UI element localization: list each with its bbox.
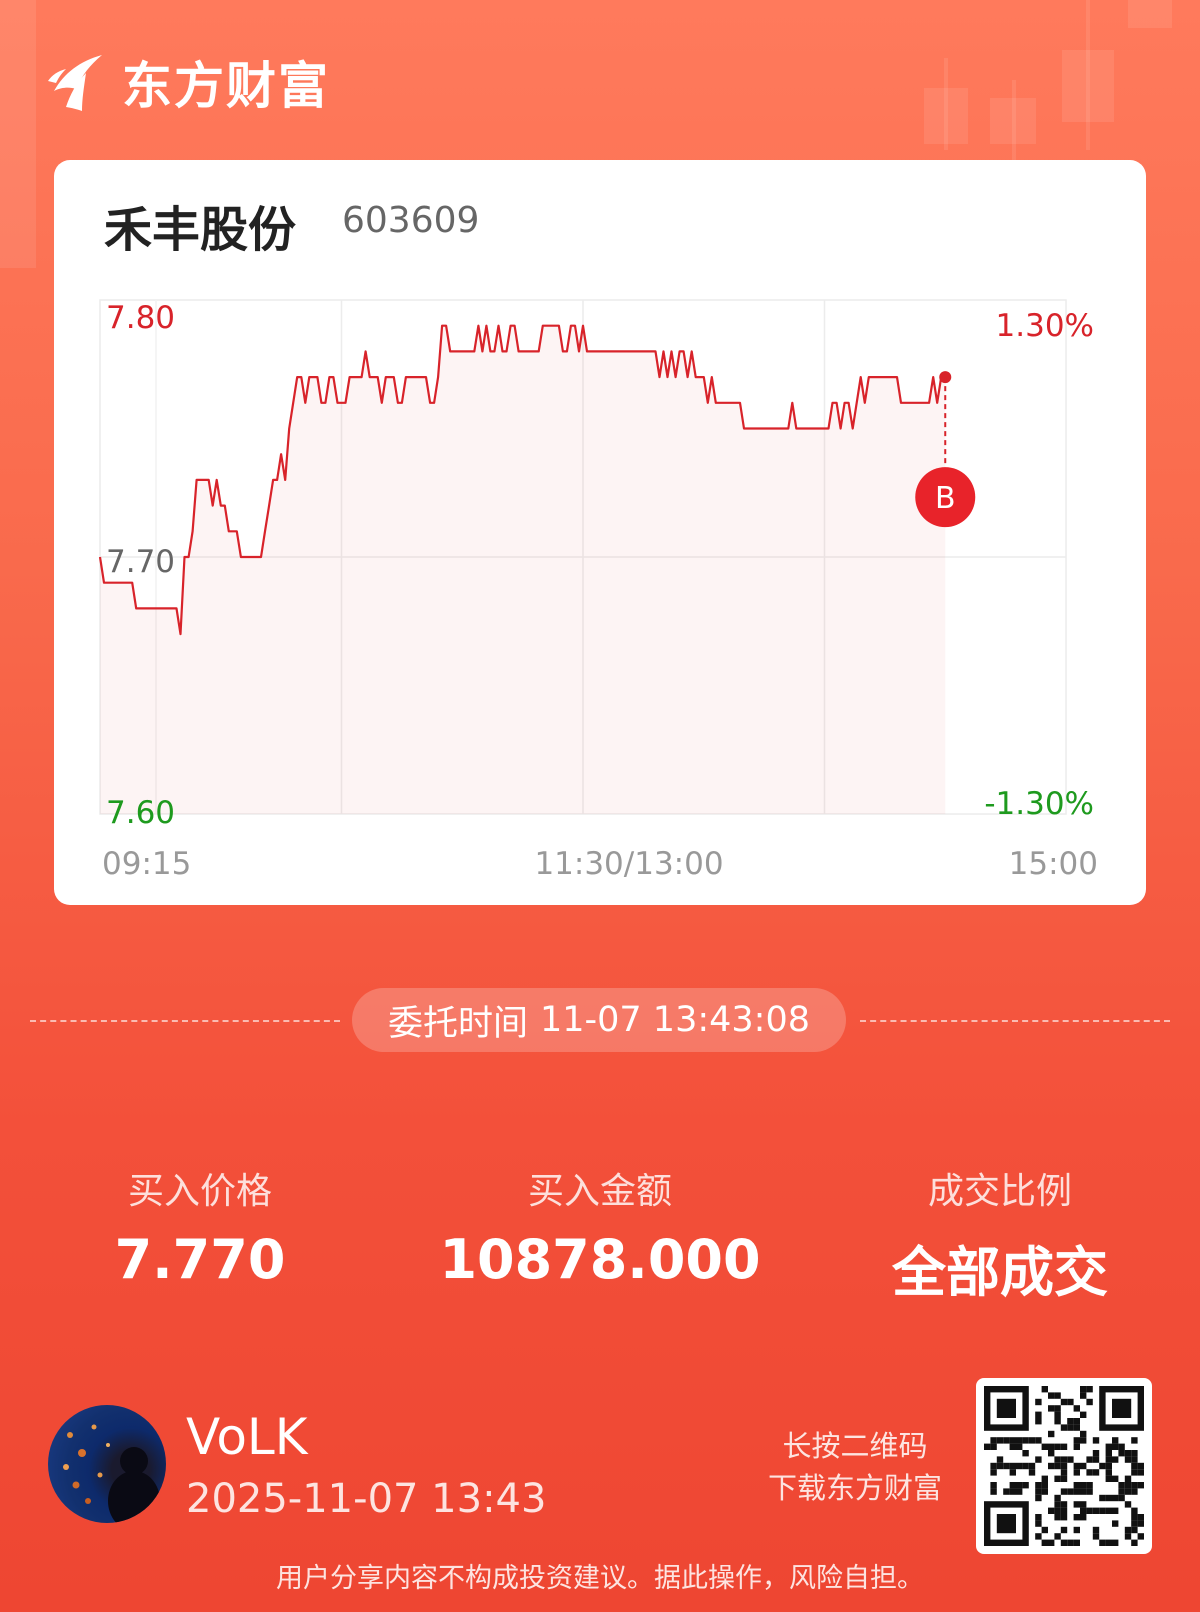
avatar-image: [63, 1424, 160, 1523]
decor-candle: [924, 88, 968, 144]
intraday-chart: B 7.80 7.70 7.60 1.30% -1.30% 09:15 11:3…: [98, 299, 1098, 882]
share-time: 2025-11-07 13:43: [186, 1476, 547, 1522]
avatar[interactable]: [48, 1405, 166, 1523]
x-tick-label: 09:15: [102, 846, 191, 882]
brand-header: 东方财富: [46, 46, 330, 118]
decor-candle: [1062, 50, 1114, 122]
qr-hint: 长按二维码 下载东方财富: [768, 1425, 942, 1509]
y-tick-label: 7.60: [106, 795, 175, 831]
stat-fill-ratio: 成交比例 全部成交: [820, 1162, 1180, 1307]
user-name: VoLK: [186, 1408, 308, 1466]
dash-right: [860, 1020, 1170, 1022]
marker-label: B: [935, 481, 956, 516]
stat-buy-price: 买入价格 7.770: [20, 1162, 380, 1291]
stat-value: 全部成交: [892, 1241, 1108, 1304]
y-tick-label: 7.70: [106, 544, 175, 580]
brand-name: 东方财富: [122, 57, 330, 115]
stat-buy-amount: 买入金额 10878.000: [420, 1162, 780, 1291]
order-time-pill: 委托时间 11-07 13:43:08: [352, 988, 846, 1052]
eastmoney-logo-icon: [48, 55, 102, 111]
x-tick-label: 15:00: [1009, 846, 1098, 882]
dash-left: [30, 1020, 340, 1022]
qr-code[interactable]: [976, 1378, 1152, 1554]
stat-value: 10878.000: [439, 1228, 761, 1291]
order-time-label: 委托时间: [387, 1003, 528, 1044]
stat-value: 7.770: [114, 1228, 286, 1291]
qr-hint-line2: 下载东方财富: [767, 1471, 942, 1505]
stat-label: 成交比例: [927, 1171, 1072, 1212]
decor-candle: [1128, 0, 1172, 28]
x-tick-label: 11:30/13:00: [534, 846, 723, 882]
decor-bar: [0, 0, 36, 268]
qr-hint-line1: 长按二维码: [782, 1429, 928, 1463]
qr-code-icon: [984, 1386, 1144, 1546]
order-time-value: 11-07 13:43:08: [539, 1000, 811, 1040]
stat-label: 买入金额: [527, 1171, 672, 1212]
y-pct-label: -1.30%: [984, 786, 1094, 822]
y-pct-label: 1.30%: [996, 308, 1094, 344]
disclaimer: 用户分享内容不构成投资建议。据此操作，风险自担。: [276, 1563, 924, 1594]
price-area: [100, 325, 946, 814]
y-tick-label: 7.80: [106, 300, 175, 336]
decor-candle: [990, 98, 1036, 144]
stat-label: 买入价格: [127, 1171, 272, 1212]
order-time-row: 委托时间 11-07 13:43:08: [30, 988, 1170, 1054]
stock-chart-card: 禾丰股份 603609 B 7.80 7.70 7.60 1.30% -1.30…: [54, 160, 1146, 905]
